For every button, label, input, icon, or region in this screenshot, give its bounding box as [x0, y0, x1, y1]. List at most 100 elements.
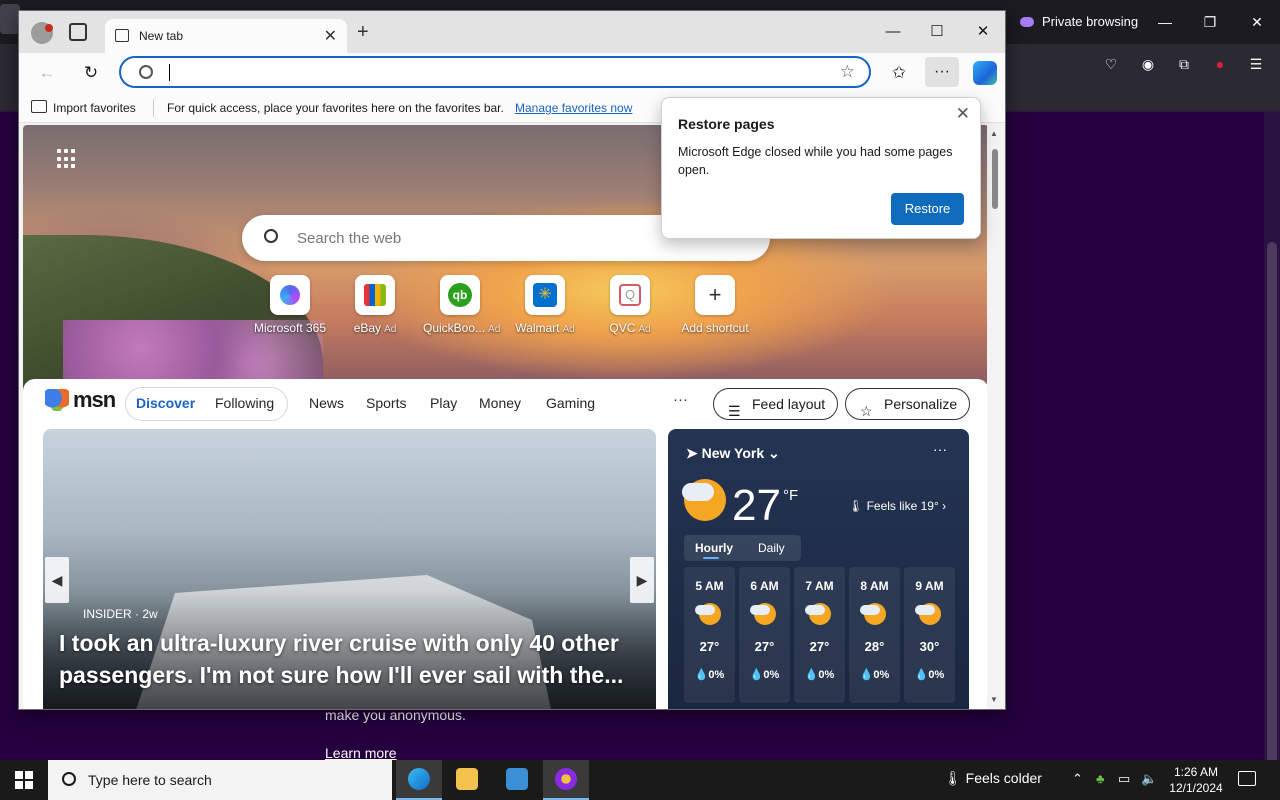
firefox-minimize-button[interactable]: — — [1155, 12, 1175, 32]
tab-following[interactable]: Following — [215, 395, 274, 411]
moon-cloud-icon — [749, 603, 776, 625]
hero-news-card[interactable]: ◀ ▶ INSIDER · 2w I took an ultra-luxury … — [43, 429, 656, 709]
hour-precip-value: 0% — [873, 669, 890, 681]
weather-more-icon[interactable]: ··· — [933, 441, 947, 457]
tab-daily[interactable]: Daily — [758, 541, 785, 555]
tab-actions-menu-icon[interactable] — [69, 23, 87, 41]
feels-like[interactable]: 🌡 Feels like 19° › — [848, 499, 946, 513]
taskbar-clock[interactable]: 1:26 AM 12/1/2024 — [1166, 764, 1226, 796]
show-hidden-icons-chevron-icon[interactable]: ⌃ — [1072, 771, 1083, 787]
edge-minimize-button[interactable]: — — [882, 22, 904, 42]
add-favorite-star-icon[interactable]: ☆ — [840, 62, 855, 82]
manage-favorites-link[interactable]: Manage favorites now — [515, 101, 632, 115]
feed-layout-button[interactable]: ☰ Feed layout — [713, 388, 839, 420]
favorites-icon[interactable]: ✩ — [887, 61, 911, 85]
taskbar-edge-app[interactable] — [396, 760, 442, 800]
ad-badge: Ad — [488, 324, 501, 335]
temperature-unit[interactable]: °F — [783, 487, 798, 504]
msn-feed: msn Discover Following News Sports Play … — [23, 379, 989, 709]
settings-and-more-button[interactable]: ··· — [925, 57, 959, 87]
firefox-scrollbar[interactable] — [1264, 112, 1280, 798]
edge-close-button[interactable]: ✕ — [972, 22, 994, 42]
restore-button[interactable]: Restore — [891, 193, 964, 225]
tray-app-icon[interactable]: ♣ — [1096, 771, 1105, 786]
shortcut-qvc[interactable]: Q QVC Ad — [593, 275, 667, 335]
hour-precip-value: 0% — [708, 669, 725, 681]
current-temperature: 27 — [732, 481, 781, 530]
hour-forecast[interactable]: 8 AM 28° 💧0% — [849, 567, 900, 703]
msn-logo[interactable]: msn — [45, 387, 116, 413]
volume-icon[interactable]: 🔈 — [1141, 771, 1157, 787]
edge-page-scrollbar[interactable]: ▲ ▼ — [987, 125, 1003, 709]
firefox-tab-stub[interactable] — [0, 4, 20, 34]
nav-sports[interactable]: Sports — [366, 395, 406, 411]
hour-forecast[interactable]: 5 AM 27° 💧0% — [684, 567, 735, 703]
article-headline[interactable]: I took an ultra-luxury river cruise with… — [59, 627, 639, 691]
hour-forecast[interactable]: 6 AM 27° 💧0% — [739, 567, 790, 703]
taskbar-weather[interactable]: 🌡 Feels colder — [944, 770, 1042, 787]
shortcut-add[interactable]: + Add shortcut — [678, 275, 752, 335]
ublock-icon[interactable]: ● — [1211, 55, 1229, 73]
shortcut-microsoft-365[interactable]: Microsoft 365 — [253, 275, 327, 335]
taskbar-file-explorer[interactable] — [444, 760, 490, 800]
hour-label: 9 AM — [915, 579, 944, 593]
newtab-page-icon — [115, 29, 129, 42]
carousel-next-icon[interactable]: ▶ — [630, 557, 654, 603]
tab-discover[interactable]: Discover — [136, 395, 195, 411]
taskbar-app-store[interactable] — [494, 760, 540, 800]
windows-start-icon[interactable] — [15, 771, 33, 789]
tab-hourly[interactable]: Hourly — [695, 541, 733, 555]
hour-forecast[interactable]: 7 AM 27° 💧0% — [794, 567, 845, 703]
edge-tab-strip: New tab ✕ + — ☐ ✕ — [19, 11, 1005, 53]
network-icon[interactable]: ▭ — [1118, 771, 1130, 787]
feed-more-menu[interactable]: ··· — [673, 391, 688, 408]
quick-links: Microsoft 365 eBay Ad qb QuickBoo... Ad ✳ … — [253, 275, 752, 335]
edge-maximize-button[interactable]: ☐ — [926, 22, 948, 42]
tab-close-icon[interactable]: ✕ — [324, 26, 337, 46]
learn-more-link[interactable]: Learn more — [325, 745, 397, 761]
app-launcher-icon[interactable] — [57, 149, 77, 169]
shortcut-walmart[interactable]: ✳ Walmart Ad — [508, 275, 582, 335]
taskbar-weather-text: Feels colder — [965, 770, 1042, 786]
shortcut-ebay[interactable]: eBay Ad — [338, 275, 412, 335]
new-tab-button[interactable]: + — [357, 22, 369, 42]
taskbar-search-box[interactable]: Type here to search — [48, 760, 392, 800]
copilot-icon[interactable] — [973, 61, 997, 85]
scroll-down-arrow-icon[interactable]: ▼ — [990, 695, 998, 704]
taskbar-firefox-private[interactable] — [543, 760, 589, 800]
sun-cloud-icon — [859, 603, 886, 625]
back-arrow-icon[interactable]: ← — [35, 61, 59, 85]
firefox-restore-button[interactable]: ❐ — [1200, 12, 1220, 32]
nav-play[interactable]: Play — [430, 395, 457, 411]
personalize-label: Personalize — [884, 396, 958, 412]
weather-card[interactable]: ➤ New York ⌄ ··· 27 °F 🌡 Feels like 19° … — [668, 429, 969, 709]
refresh-icon[interactable]: ↻ — [79, 61, 103, 85]
edge-scroll-thumb[interactable] — [992, 149, 998, 209]
tab-new-tab[interactable]: New tab ✕ — [105, 19, 347, 53]
hour-forecast[interactable]: 9 AM 30° 💧0% — [904, 567, 955, 703]
extensions-icon[interactable]: ⧉ — [1175, 55, 1193, 73]
text-caret — [169, 64, 170, 81]
hour-precip: 💧0% — [749, 669, 780, 681]
carousel-prev-icon[interactable]: ◀ — [45, 557, 69, 603]
hamburger-menu-icon[interactable]: ☰ — [1247, 55, 1265, 73]
address-bar[interactable]: ☆ — [119, 56, 871, 88]
nav-news[interactable]: News — [309, 395, 344, 411]
notification-center-icon[interactable] — [1238, 771, 1256, 786]
nav-money[interactable]: Money — [479, 395, 521, 411]
nav-gaming[interactable]: Gaming — [546, 395, 595, 411]
pocket-icon[interactable]: ♡ — [1102, 55, 1120, 73]
hour-precip: 💧0% — [914, 669, 945, 681]
popup-close-icon[interactable]: ✕ — [956, 104, 970, 124]
scroll-up-arrow-icon[interactable]: ▲ — [990, 129, 998, 138]
account-icon[interactable]: ◉ — [1139, 55, 1157, 73]
personalize-button[interactable]: ☆ Personalize — [845, 388, 971, 420]
firefox-close-button[interactable]: ✕ — [1247, 12, 1267, 32]
firefox-scroll-thumb[interactable] — [1267, 242, 1277, 798]
import-favorites-button[interactable]: Import favorites — [53, 101, 136, 115]
sparkle-icon: ☆ — [860, 403, 873, 419]
quickbooks-icon: qb — [448, 283, 472, 307]
shortcut-quickbooks[interactable]: qb QuickBoo... Ad — [423, 275, 501, 335]
weather-location[interactable]: ➤ New York ⌄ — [686, 445, 780, 462]
shortcut-label: Microsoft 365 — [253, 321, 327, 335]
